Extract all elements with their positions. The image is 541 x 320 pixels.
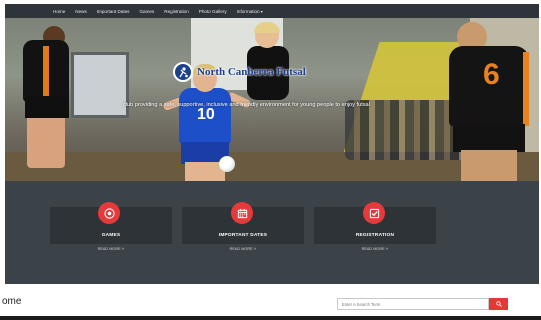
site-frame: Home News Important Dates Games Registra… xyxy=(5,4,539,284)
nav-item-photo-gallery[interactable]: Photo Gallery xyxy=(199,9,227,14)
hero-banner: 10 6 North Canberra Futsal club providin… xyxy=(5,18,539,181)
nav-item-news[interactable]: News xyxy=(75,9,87,14)
hero-window xyxy=(71,52,129,118)
brand[interactable]: North Canberra Futsal xyxy=(173,62,306,82)
search-button[interactable] xyxy=(489,298,508,310)
hero-tagline: club providing a safe, supportive, inclu… xyxy=(123,102,370,108)
calendar-icon[interactable] xyxy=(231,202,253,224)
nav-item-home[interactable]: Home xyxy=(53,9,65,14)
nav-item-registration[interactable]: Registration xyxy=(164,9,189,14)
card-title: IMPORTANT DATES xyxy=(218,233,268,238)
futsal-ball xyxy=(219,156,235,172)
read-more-link[interactable]: READ MORE xyxy=(314,246,436,251)
card-title: REGISTRATION xyxy=(355,233,395,238)
player-number-10: 10 xyxy=(197,106,215,123)
main-nav: Home News Important Dates Games Registra… xyxy=(5,4,539,18)
search-icon xyxy=(495,301,502,307)
read-more-link[interactable]: READ MORE xyxy=(50,246,172,251)
club-logo-icon xyxy=(173,62,193,82)
search-input[interactable] xyxy=(337,298,489,310)
brand-name: North Canberra Futsal xyxy=(197,66,306,78)
player-black-left xyxy=(15,26,77,174)
page-title: ome xyxy=(2,296,22,307)
nav-item-games[interactable]: Games xyxy=(139,9,154,14)
player-black-right: 6 xyxy=(439,22,539,181)
bottom-divider xyxy=(0,316,541,320)
read-more-link[interactable]: READ MORE xyxy=(182,246,304,251)
nav-item-information[interactable]: Information xyxy=(237,9,263,14)
player-number-6: 6 xyxy=(483,58,500,91)
football-icon[interactable] xyxy=(98,202,120,224)
nav-item-important-dates[interactable]: Important Dates xyxy=(97,9,130,14)
checkbox-icon[interactable] xyxy=(363,202,385,224)
card-title: GAMES xyxy=(101,233,121,238)
